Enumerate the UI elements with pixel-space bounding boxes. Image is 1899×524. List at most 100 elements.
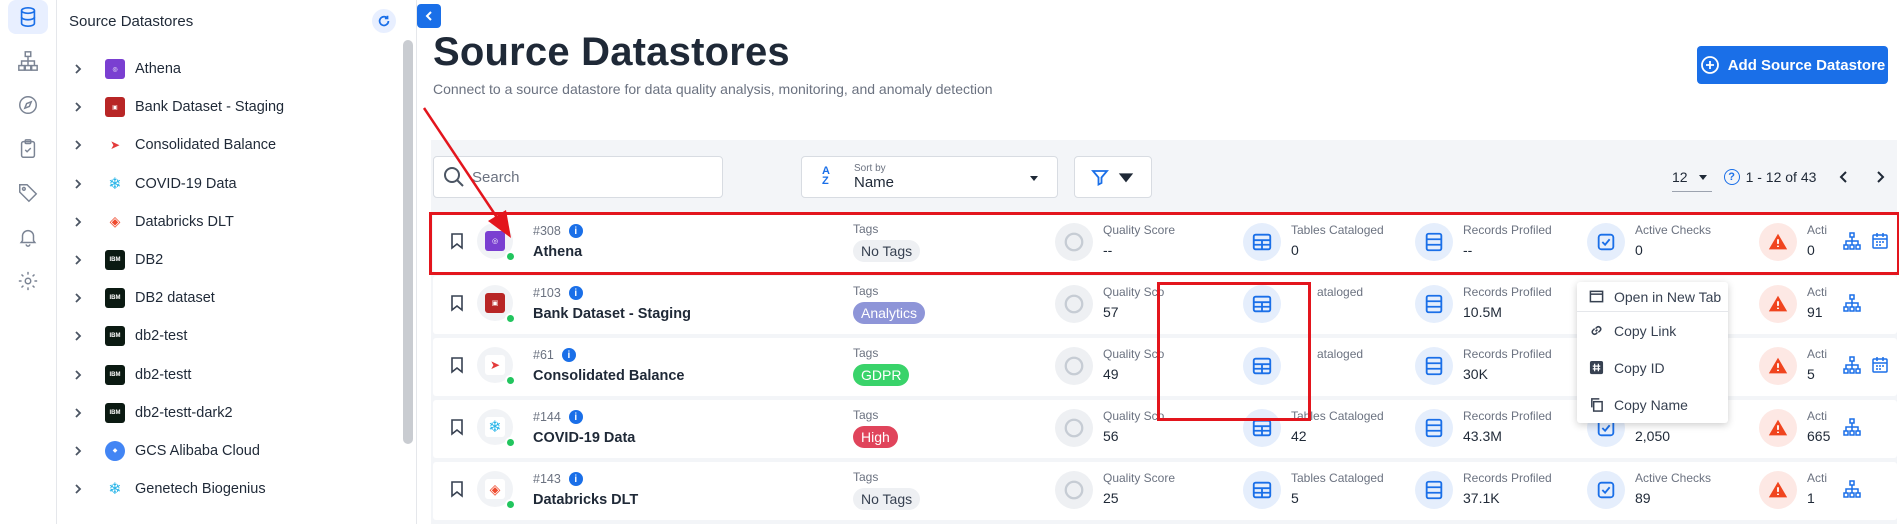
calendar-icon[interactable] [1871, 356, 1889, 374]
bookmark-icon[interactable] [449, 418, 465, 436]
gear-icon[interactable] [8, 264, 48, 298]
add-source-datastore-button[interactable]: Add Source Datastore [1697, 46, 1888, 84]
check-square-icon [1587, 223, 1625, 261]
tree-item[interactable]: ➤ Consolidated Balance [57, 126, 397, 164]
hierarchy-icon[interactable] [8, 44, 48, 78]
datastore-id-text: #143 [533, 472, 561, 486]
info-icon[interactable]: i [561, 348, 576, 362]
chevron-right-icon[interactable] [73, 100, 87, 114]
bookmark-icon[interactable] [449, 232, 465, 250]
tag-badge[interactable]: High [853, 426, 898, 448]
search-box[interactable] [433, 156, 723, 198]
tree-item-label: DB2 dataset [135, 290, 215, 307]
calendar-icon[interactable] [1871, 232, 1889, 250]
menu-copy-id[interactable]: Copy ID [1577, 349, 1728, 386]
hierarchy-icon[interactable] [1843, 356, 1861, 374]
menu-copy-name[interactable]: Copy Name [1577, 386, 1728, 423]
chevron-right-icon[interactable] [73, 215, 87, 229]
info-icon[interactable]: i [568, 286, 583, 300]
page-subtitle: Connect to a source datastore for data q… [433, 81, 993, 97]
tree-item[interactable]: IBM db2-testt-dark2 [57, 394, 397, 432]
quality-score: Quality Score -- [1055, 222, 1225, 264]
check-square-icon [1587, 471, 1625, 509]
chevron-right-icon[interactable] [73, 406, 87, 420]
page-size-select[interactable]: 12 [1672, 162, 1712, 192]
metric-label: Quality Score [1103, 471, 1176, 485]
sort-dropdown[interactable]: AZ Sort by Name [801, 156, 1058, 198]
info-icon[interactable]: i [568, 410, 583, 424]
tree-item[interactable]: IBM db2-test [57, 317, 397, 355]
tag-badge[interactable]: No Tags [853, 240, 921, 262]
datastore-card[interactable]: ◈ #143 i Databricks DLT Tags No Tags Quality S… [433, 462, 1897, 520]
tree-item[interactable]: ▣ Bank Dataset - Staging [57, 88, 397, 126]
chevron-right-icon[interactable] [73, 62, 87, 76]
bookmark-icon[interactable] [449, 480, 465, 498]
prev-page-icon[interactable] [1836, 169, 1852, 185]
menu-label: Copy ID [1614, 359, 1665, 376]
chevron-right-icon[interactable] [73, 482, 87, 496]
page-range: 1 - 12 of 43 [1745, 169, 1817, 185]
warning-icon [1759, 285, 1797, 323]
chevron-right-icon[interactable] [73, 138, 87, 152]
datastore-card[interactable]: ◎ #308 i Athena Tags No Tags Quality Score -- Ta… [433, 214, 1897, 272]
chevron-right-icon[interactable] [73, 253, 87, 267]
tag-badge[interactable]: No Tags [853, 488, 921, 510]
tree-item[interactable]: ◈ Databricks DLT [57, 203, 397, 241]
hierarchy-icon[interactable] [1843, 418, 1861, 436]
hierarchy-icon[interactable] [1843, 232, 1861, 250]
pagination: 12 ? 1 - 12 of 43 [1672, 162, 1888, 192]
tree-item[interactable]: ◆ GCS Alibaba Cloud [57, 432, 397, 470]
database-icon[interactable] [8, 0, 48, 34]
tree-scrollbar[interactable] [403, 40, 413, 444]
sort-label: Sort by [854, 163, 886, 174]
info-icon[interactable]: i [568, 472, 583, 486]
menu-open-new-tab[interactable]: Open in New Tab [1577, 282, 1728, 312]
datastore-name[interactable]: COVID-19 Data [533, 430, 635, 446]
tree-item[interactable]: IBM db2-testt [57, 356, 397, 394]
chevron-right-icon[interactable] [73, 291, 87, 305]
search-input[interactable] [472, 168, 712, 186]
bookmark-icon[interactable] [449, 356, 465, 374]
next-page-icon[interactable] [1872, 169, 1888, 185]
help-icon[interactable]: ? [1723, 169, 1740, 185]
hierarchy-icon[interactable] [1843, 480, 1861, 498]
info-icon[interactable]: i [568, 224, 583, 238]
tree-item[interactable]: ❄ Genetech Biogenius [57, 470, 397, 508]
tables-cataloged: ataloged [1243, 346, 1413, 388]
clipboard-check-icon[interactable] [8, 132, 48, 166]
compass-icon[interactable] [8, 88, 48, 122]
tag-badge[interactable]: Analytics [853, 302, 926, 324]
databricks-icon: ◈ [105, 211, 125, 232]
status-dot [505, 437, 516, 448]
datastore-name[interactable]: Athena [533, 244, 582, 260]
tree-item[interactable]: IBM DB2 [57, 241, 397, 279]
chevron-right-icon[interactable] [73, 444, 87, 458]
filter-button[interactable] [1074, 156, 1152, 198]
tree-item-label: Bank Dataset - Staging [135, 99, 285, 116]
datastore-name[interactable]: Bank Dataset - Staging [533, 306, 691, 322]
tree-item[interactable]: IBM DB2 dataset [57, 279, 397, 317]
chevron-right-icon[interactable] [73, 329, 87, 343]
menu-copy-link[interactable]: Copy Link [1577, 312, 1728, 349]
ibm-db2-icon: IBM [105, 288, 125, 309]
tree-item[interactable]: ◎ Athena [57, 50, 397, 88]
chevron-right-icon[interactable] [73, 177, 87, 191]
metric-label: Records Profiled [1463, 471, 1552, 485]
bell-settings-icon[interactable] [8, 220, 48, 254]
card-actions [1843, 480, 1889, 498]
datastore-name[interactable]: Databricks DLT [533, 492, 638, 508]
hierarchy-icon[interactable] [1843, 294, 1861, 312]
metric-value: 10.5M [1463, 304, 1502, 320]
datastore-id-text: #103 [533, 286, 561, 300]
datastore-id: #61 i [533, 348, 576, 362]
chevron-right-icon[interactable] [73, 368, 87, 382]
tree-item-label: db2-testt [135, 366, 192, 383]
refresh-icon[interactable] [372, 9, 396, 33]
tag-badge[interactable]: GDPR [853, 364, 910, 386]
tree-item[interactable]: ❄ COVID-19 Data [57, 165, 397, 203]
datastore-name[interactable]: Consolidated Balance [533, 368, 684, 384]
bookmark-icon[interactable] [449, 294, 465, 312]
quality-gauge-icon [1055, 223, 1093, 261]
tag-icon[interactable] [8, 176, 48, 210]
